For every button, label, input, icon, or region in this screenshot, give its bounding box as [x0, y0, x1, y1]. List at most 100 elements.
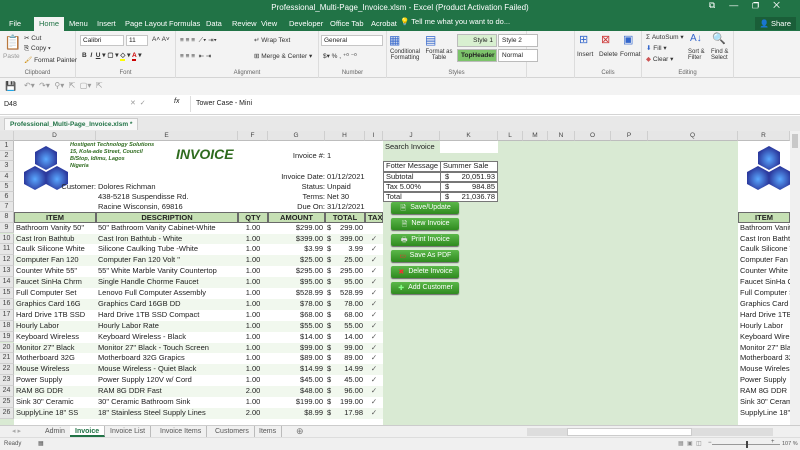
- row-header[interactable]: 17: [0, 309, 14, 321]
- column-header-G[interactable]: G: [268, 131, 325, 141]
- row-header[interactable]: 24: [0, 386, 14, 397]
- column-header-E[interactable]: E: [96, 131, 238, 141]
- row-header[interactable]: 8: [0, 212, 14, 223]
- add-customer-button[interactable]: ✚ Add Customer: [391, 282, 459, 294]
- row-header[interactable]: 6: [0, 192, 14, 203]
- sort-filter-button[interactable]: Sort & Filter: [688, 49, 710, 61]
- tab-menu[interactable]: Menu: [64, 17, 93, 31]
- row-header[interactable]: 7: [0, 202, 14, 213]
- format-buttons[interactable]: B I U ▾ ▢ ▾ ◇ ▾ A ▾: [82, 51, 142, 61]
- column-header-J[interactable]: J: [383, 131, 440, 141]
- conditional-formatting-button[interactable]: Conditional Formatting: [387, 49, 423, 61]
- row-header[interactable]: 23: [0, 375, 14, 387]
- row-header[interactable]: 10: [0, 233, 14, 245]
- column-header-L[interactable]: L: [498, 131, 523, 141]
- select-all[interactable]: [0, 131, 14, 141]
- view-buttons[interactable]: ▦ ▣ ◫: [678, 440, 702, 447]
- delete-button[interactable]: Delete: [599, 51, 618, 58]
- column-header-D[interactable]: D: [14, 131, 96, 141]
- row-header[interactable]: 2: [0, 151, 14, 162]
- row-header[interactable]: 12: [0, 255, 14, 267]
- tab-insert[interactable]: Insert: [92, 17, 121, 31]
- cancel-enter-icons[interactable]: ✕ ✓: [130, 99, 146, 107]
- row-header[interactable]: 11: [0, 244, 14, 256]
- tab-view[interactable]: View: [256, 17, 282, 31]
- workbook-tab[interactable]: Professional_Multi-Page_Invoice.xlsm *: [4, 118, 139, 130]
- row-header[interactable]: 14: [0, 277, 14, 288]
- row-header[interactable]: 5: [0, 181, 14, 192]
- column-header-O[interactable]: O: [575, 131, 611, 141]
- macro-record-icon[interactable]: ▦: [38, 440, 44, 447]
- row-header[interactable]: 18: [0, 320, 14, 332]
- sheet-tab-invoice-list[interactable]: Invoice List: [105, 426, 152, 437]
- column-header-K[interactable]: K: [440, 131, 498, 141]
- column-header-H[interactable]: H: [325, 131, 365, 141]
- clear-button[interactable]: ◆ Clear ▾: [646, 55, 673, 63]
- paste-button[interactable]: Paste: [3, 53, 20, 60]
- ribbon-display-icon[interactable]: ⧉: [709, 0, 729, 10]
- style-2[interactable]: Style 2: [498, 34, 538, 47]
- zoom-out[interactable]: −: [708, 440, 712, 446]
- insert-button[interactable]: Insert: [577, 51, 593, 58]
- font-grow-shrink[interactable]: A˄ A˅: [152, 36, 170, 43]
- search-invoice-input[interactable]: [440, 141, 498, 153]
- cut-button[interactable]: ✂ Cut: [24, 34, 41, 42]
- align-buttons[interactable]: ≡ ≡ ≡ ⟋▾ ⇥▾: [180, 36, 217, 45]
- column-header-M[interactable]: M: [523, 131, 548, 141]
- align-h-buttons[interactable]: ≡ ≡ ≡ ⇤ ⇥: [180, 52, 211, 60]
- tell-me-box[interactable]: 💡 Tell me what you want to do...: [400, 17, 510, 26]
- format-painter-button[interactable]: 🖌 Format Painter: [24, 56, 77, 64]
- name-box[interactable]: D48: [2, 99, 120, 111]
- tab-office-tab[interactable]: Office Tab: [325, 17, 369, 31]
- number-format-select[interactable]: General: [321, 35, 383, 46]
- fill-button[interactable]: ⬇ Fill ▾: [646, 44, 667, 52]
- wrap-text-button[interactable]: ↵ Wrap Text: [254, 36, 290, 44]
- row-header[interactable]: 1: [0, 141, 14, 152]
- style-1[interactable]: Style 1: [457, 34, 497, 47]
- sheet-tab-invoice-items[interactable]: Invoice Items: [155, 426, 208, 437]
- find-select-button[interactable]: Find & Select: [711, 49, 733, 61]
- format-as-table-button[interactable]: Format as Table: [423, 49, 455, 61]
- save-update-button[interactable]: 🗎 Save/Update: [391, 202, 459, 214]
- column-header-P[interactable]: P: [611, 131, 648, 141]
- insert-function-button[interactable]: fx: [174, 98, 179, 105]
- number-buttons[interactable]: $▾ % , ⁺⁰ ⁻⁰: [323, 52, 357, 60]
- formula-input[interactable]: Tower Case - Mini: [190, 96, 798, 112]
- row-header[interactable]: 13: [0, 266, 14, 278]
- delete-invoice-button[interactable]: ✖ Delete Invoice: [391, 266, 459, 278]
- print-invoice-button[interactable]: 🖶 Print Invoice: [391, 234, 459, 246]
- row-header[interactable]: 22: [0, 364, 14, 376]
- close-button[interactable]: ✕: [773, 0, 794, 10]
- zoom-in[interactable]: +: [771, 439, 775, 445]
- sheet-nav-arrows[interactable]: ◂ ▸: [12, 427, 21, 435]
- tab-formulas[interactable]: Formulas: [164, 17, 205, 31]
- autosum-button[interactable]: Σ AutoSum ▾: [646, 33, 684, 41]
- style-topheader[interactable]: TopHeader: [457, 49, 497, 62]
- row-header[interactable]: 16: [0, 298, 14, 310]
- column-header-I[interactable]: I: [365, 131, 383, 141]
- worksheet-grid[interactable]: Hostigent Technology Solutions 15, Kola-…: [0, 131, 790, 425]
- format-button[interactable]: Format: [620, 51, 641, 58]
- style-normal[interactable]: Normal: [498, 49, 538, 62]
- font-size-select[interactable]: 11: [126, 35, 148, 46]
- copy-button[interactable]: ⎘ Copy ▾: [24, 45, 51, 53]
- row-header[interactable]: 21: [0, 353, 14, 365]
- new-sheet-button[interactable]: ⊕: [296, 426, 304, 437]
- paste-icon[interactable]: 📋: [4, 34, 21, 51]
- undo-redo-icons[interactable]: ↶▾ ↷▾ ⚲▾ ⇱ ▢▾ ⇱: [24, 81, 103, 90]
- tab-developer[interactable]: Developer: [284, 17, 328, 31]
- row-header[interactable]: 9: [0, 222, 14, 234]
- save-as-pdf-button[interactable]: ▭ Save As PDF: [391, 250, 459, 262]
- column-header-F[interactable]: F: [238, 131, 268, 141]
- sheet-tab-items[interactable]: Items: [254, 426, 283, 437]
- restore-button[interactable]: ❐: [752, 0, 773, 10]
- tab-data[interactable]: Data: [201, 17, 227, 31]
- row-header[interactable]: 4: [0, 171, 14, 182]
- row-header[interactable]: 19: [0, 331, 14, 343]
- merge-center-button[interactable]: ⊞ Merge & Center ▾: [254, 52, 312, 60]
- horizontal-scrollbar[interactable]: [527, 428, 773, 436]
- sheet-tab-customers[interactable]: Customers: [210, 426, 255, 437]
- vertical-scrollbar[interactable]: [790, 131, 800, 425]
- new-invoice-button[interactable]: 🗎 New Invoice: [391, 218, 459, 230]
- row-header[interactable]: 26: [0, 407, 14, 419]
